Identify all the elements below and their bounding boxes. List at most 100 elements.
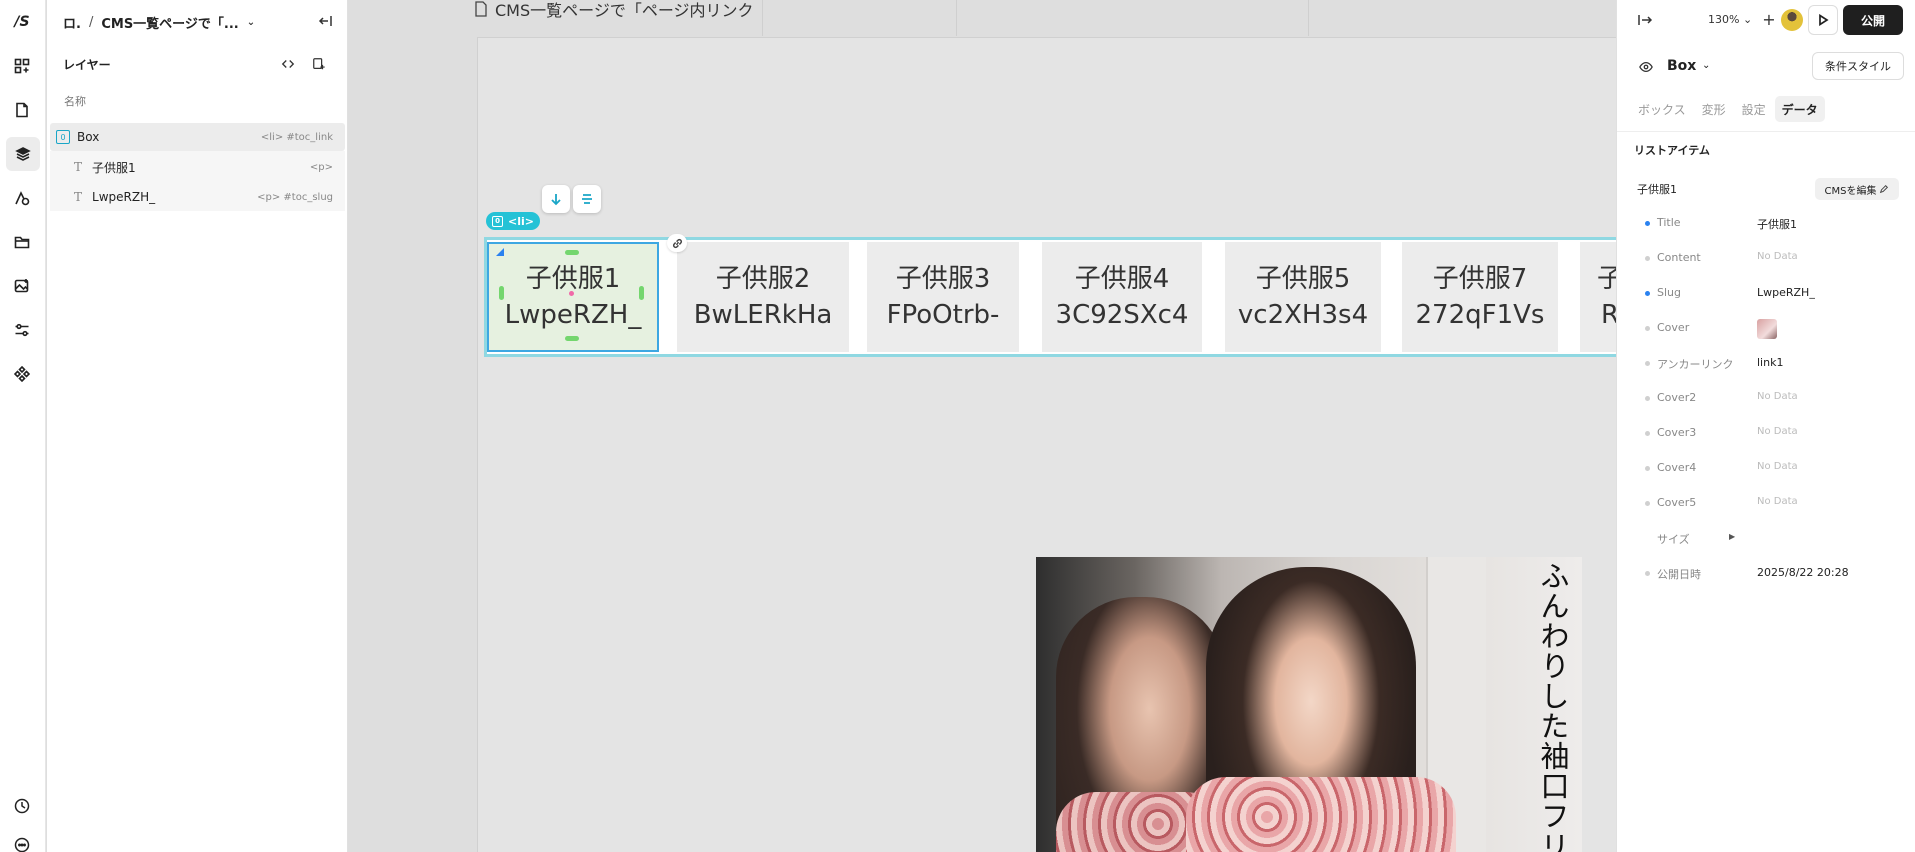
chevron-down-icon[interactable]: ⌄	[1702, 60, 1710, 71]
breadcrumb[interactable]: ロ. / CMS一覧ページで「... ⌄	[63, 12, 255, 32]
settings-sliders-icon[interactable]	[11, 319, 33, 341]
list-card[interactable]: 子供服2 BwLERkHa	[677, 242, 849, 352]
preview-button[interactable]	[1808, 5, 1838, 35]
pencil-icon	[1880, 184, 1889, 194]
history-icon[interactable]	[14, 798, 30, 814]
field-cover4[interactable]: Cover4 No Data	[1617, 459, 1915, 479]
cms-edit-button[interactable]: CMSを編集	[1815, 178, 1899, 200]
field-value: link1	[1757, 356, 1784, 369]
eye-icon[interactable]	[1639, 60, 1653, 74]
list-card[interactable]: 子供服3 FPoOtrb-	[867, 242, 1019, 352]
avatar[interactable]	[1781, 9, 1803, 31]
card-slug[interactable]: LwpeRZH_	[505, 297, 642, 333]
app-window: /S ロ. / CMS一覧ページで「... ⌄ レイヤー 名称 0 Box <l…	[0, 0, 1915, 852]
element-badge[interactable]: 0 <li>	[486, 212, 540, 230]
field-value: LwpeRZH_	[1757, 286, 1815, 299]
link-icon[interactable]	[667, 234, 687, 252]
expand-arrow-icon[interactable]: ▶	[1729, 532, 1735, 541]
move-down-button[interactable]	[542, 185, 570, 213]
field-slug[interactable]: Slug LwpeRZH_	[1617, 284, 1915, 304]
field-value: No Data	[1757, 251, 1798, 262]
plus-icon[interactable]: +	[1760, 11, 1778, 29]
design-canvas[interactable]: CMS一覧ページで「ページ内リンク 0 <li> 子供服1 LwpeRZH_ 子…	[348, 0, 1616, 852]
card-slug[interactable]: BwLERkHa	[694, 297, 833, 333]
field-cover3[interactable]: Cover3 No Data	[1617, 424, 1915, 444]
page-header: CMS一覧ページで「ページ内リンク	[474, 0, 754, 20]
field-cover2[interactable]: Cover2 No Data	[1617, 389, 1915, 409]
card-title[interactable]: 子供服2	[716, 261, 811, 297]
layer-tag: <p> #toc_slug	[257, 191, 333, 203]
corner-marker[interactable]	[496, 248, 504, 256]
exit-preview-icon[interactable]	[1637, 12, 1653, 28]
resize-handle-right[interactable]	[639, 286, 644, 300]
card-slug[interactable]: vc2XH3s4	[1238, 297, 1368, 333]
resize-handle-top[interactable]	[565, 250, 579, 255]
cover-thumbnail[interactable]	[1757, 319, 1777, 339]
list-card[interactable]: 子 R	[1580, 242, 1616, 352]
layer-name: Box	[77, 130, 100, 144]
card-title[interactable]: 子供服4	[1075, 261, 1170, 297]
align-center-icon	[582, 194, 592, 204]
card-slug[interactable]: FPoOtrb-	[887, 297, 1000, 333]
folder-icon[interactable]	[11, 231, 33, 253]
card-slug[interactable]: 3C92SXc4	[1056, 297, 1189, 333]
zoom-level[interactable]: 130% ⌄	[1708, 13, 1752, 26]
field-cover[interactable]: Cover	[1617, 319, 1915, 339]
code-icon[interactable]	[281, 57, 295, 71]
card-title[interactable]: 子	[1597, 261, 1616, 297]
page-icon	[475, 1, 487, 17]
list-card[interactable]: 子供服5 vc2XH3s4	[1225, 242, 1381, 352]
tab-transform[interactable]: 変形	[1695, 96, 1733, 122]
tab-box[interactable]: ボックス	[1631, 96, 1693, 122]
components-icon[interactable]	[11, 363, 33, 385]
field-cover5[interactable]: Cover5 No Data	[1617, 494, 1915, 514]
chevron-down-icon[interactable]: ⌄	[247, 17, 255, 28]
card-slug[interactable]: 272qF1Vs	[1416, 297, 1545, 333]
zoom-value: 130%	[1708, 13, 1740, 26]
layer-tag: <li> #toc_link	[260, 131, 333, 143]
assets-icon[interactable]	[11, 187, 33, 209]
resize-handle-bottom[interactable]	[565, 336, 579, 341]
align-button[interactable]	[573, 185, 601, 213]
field-anchor-link[interactable]: アンカーリンク link1	[1617, 354, 1915, 374]
publish-button[interactable]: 公開	[1843, 5, 1903, 35]
logo-text: /S	[14, 14, 30, 30]
badge-label: <li>	[508, 214, 534, 228]
field-label: アンカーリンク	[1657, 358, 1734, 371]
layer-row-title[interactable]: T 子供服1 <p>	[50, 153, 345, 181]
card-slug[interactable]: R	[1601, 297, 1616, 333]
apps-icon[interactable]	[11, 55, 33, 77]
card-title[interactable]: 子供服3	[896, 261, 991, 297]
list-card[interactable]: 子供服4 3C92SXc4	[1042, 242, 1202, 352]
add-layer-icon[interactable]	[312, 57, 326, 71]
card-title[interactable]: 子供服7	[1433, 261, 1528, 297]
field-content[interactable]: Content No Data	[1617, 249, 1915, 269]
field-published-at[interactable]: 公開日時 2025/8/22 20:28	[1617, 564, 1915, 584]
layers-icon[interactable]	[6, 137, 40, 171]
field-title[interactable]: Title 子供服1	[1617, 214, 1915, 234]
tab-settings[interactable]: 設定	[1735, 96, 1773, 122]
layer-row-box[interactable]: 0 Box <li> #toc_link	[50, 123, 345, 151]
cover-image[interactable]: ふんわりした袖口フリ	[1036, 557, 1582, 852]
image-icon[interactable]	[11, 275, 33, 297]
binding-dot	[1645, 291, 1650, 296]
condition-style-button[interactable]: 条件スタイル	[1812, 52, 1904, 80]
layer-row-slug[interactable]: T LwpeRZH_ <p> #toc_slug	[50, 183, 345, 211]
field-size[interactable]: サイズ ▶	[1617, 529, 1915, 549]
field-value: No Data	[1757, 496, 1798, 507]
breadcrumb-page[interactable]: CMS一覧ページで「...	[101, 13, 238, 32]
chat-icon[interactable]	[14, 837, 30, 852]
breadcrumb-root[interactable]: ロ.	[63, 13, 81, 32]
center-handle[interactable]	[569, 291, 574, 296]
page-icon[interactable]	[11, 99, 33, 121]
element-name[interactable]: Box	[1667, 58, 1696, 74]
toc-list[interactable]: 子供服1 LwpeRZH_ 子供服2 BwLERkHa 子供服3 FPoOtrb…	[484, 237, 1616, 357]
tab-data[interactable]: データ	[1774, 96, 1825, 122]
inspector-tabs: ボックス 変形 設定 データ	[1631, 96, 1825, 122]
field-value: 2025/8/22 20:28	[1757, 566, 1849, 579]
collapse-panel-icon[interactable]	[317, 13, 333, 29]
card-title[interactable]: 子供服5	[1256, 261, 1351, 297]
logo-icon[interactable]: /S	[11, 11, 33, 33]
resize-handle-left[interactable]	[499, 286, 504, 300]
list-card[interactable]: 子供服7 272qF1Vs	[1402, 242, 1558, 352]
